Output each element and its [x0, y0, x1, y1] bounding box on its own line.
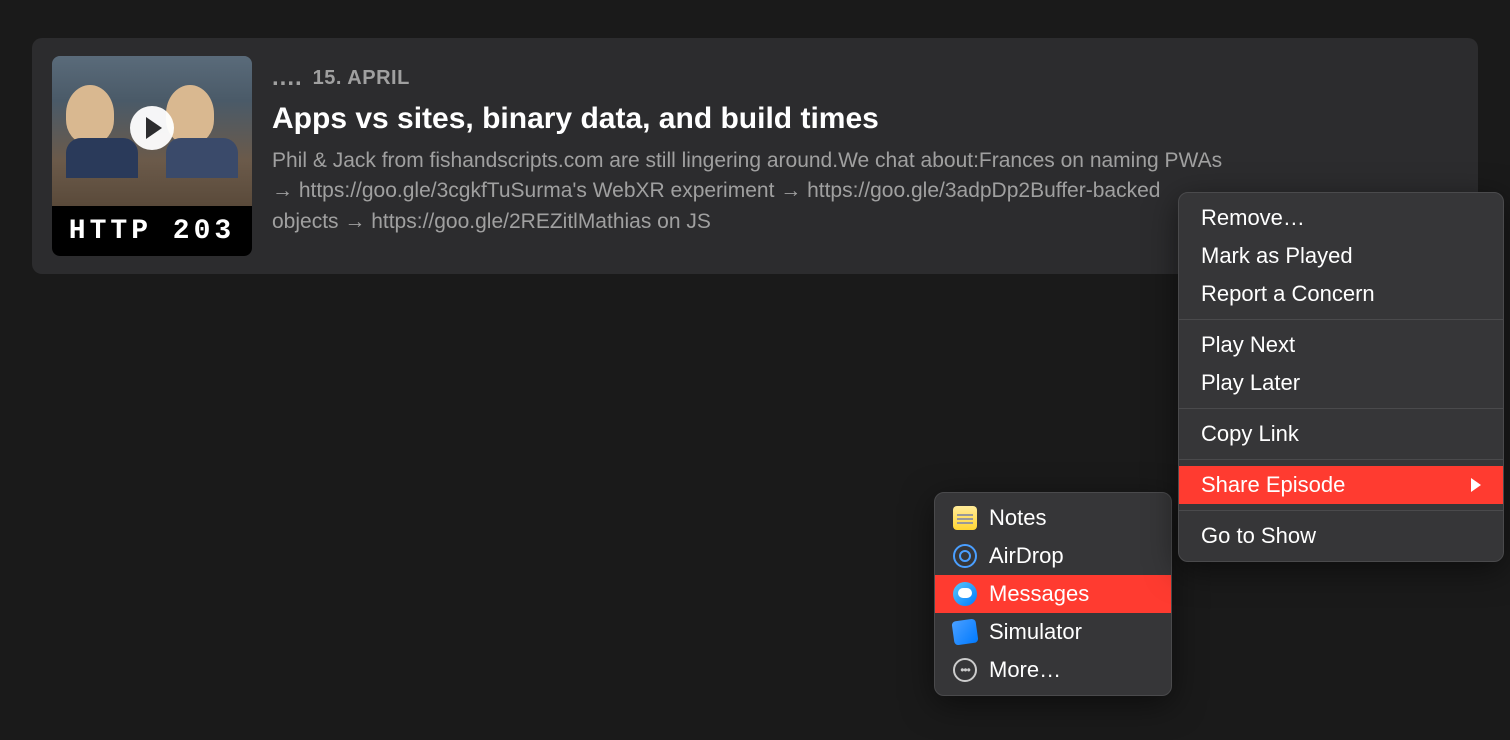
podcast-name-label: HTTP 203 — [52, 206, 252, 256]
menu-item-mark-as-played[interactable]: Mark as Played — [1179, 237, 1503, 275]
share-item-notes[interactable]: Notes — [935, 499, 1171, 537]
episode-thumbnail[interactable]: HTTP 203 — [52, 56, 252, 256]
share-item-more[interactable]: More… — [935, 651, 1171, 689]
menu-item-share-episode[interactable]: Share Episode — [1179, 466, 1503, 504]
menu-item-remove[interactable]: Remove… — [1179, 199, 1503, 237]
submenu-arrow-icon — [1471, 478, 1481, 492]
menu-divider — [1179, 510, 1503, 511]
menu-item-label: Mark as Played — [1201, 243, 1353, 269]
episode-meta: .... 15. APRIL — [272, 64, 1458, 92]
share-item-label: More… — [989, 657, 1061, 683]
context-menu: Remove… Mark as Played Report a Concern Pla… — [1178, 192, 1504, 562]
menu-divider — [1179, 319, 1503, 320]
menu-divider — [1179, 459, 1503, 460]
menu-item-report-a-concern[interactable]: Report a Concern — [1179, 275, 1503, 313]
share-item-label: Messages — [989, 581, 1089, 607]
messages-icon — [953, 582, 977, 606]
episode-description: Phil & Jack from fishandscripts.com are … — [272, 146, 1232, 237]
menu-item-play-next[interactable]: Play Next — [1179, 326, 1503, 364]
simulator-icon — [951, 618, 978, 645]
play-icon — [146, 117, 162, 139]
share-submenu: Notes AirDrop Messages Simulator More… — [934, 492, 1172, 696]
share-item-airdrop[interactable]: AirDrop — [935, 537, 1171, 575]
menu-item-label: Report a Concern — [1201, 281, 1375, 307]
episode-date: 15. APRIL — [313, 67, 410, 90]
share-item-simulator[interactable]: Simulator — [935, 613, 1171, 651]
share-item-label: AirDrop — [989, 543, 1064, 569]
thumbnail-image — [52, 56, 252, 206]
menu-item-label: Go to Show — [1201, 523, 1316, 549]
share-item-label: Simulator — [989, 619, 1082, 645]
menu-item-go-to-show[interactable]: Go to Show — [1179, 517, 1503, 555]
menu-item-label: Play Next — [1201, 332, 1295, 358]
share-item-messages[interactable]: Messages — [935, 575, 1171, 613]
airdrop-icon — [953, 544, 977, 568]
menu-item-label: Play Later — [1201, 370, 1300, 396]
menu-item-label: Copy Link — [1201, 421, 1299, 447]
episode-title[interactable]: Apps vs sites, binary data, and build ti… — [272, 102, 1458, 136]
progress-dots-icon: .... — [272, 64, 303, 92]
more-icon — [953, 658, 977, 682]
menu-item-label: Share Episode — [1201, 472, 1345, 498]
share-item-label: Notes — [989, 505, 1046, 531]
menu-item-play-later[interactable]: Play Later — [1179, 364, 1503, 402]
menu-item-label: Remove… — [1201, 205, 1305, 231]
notes-icon — [953, 506, 977, 530]
play-button[interactable] — [130, 106, 174, 150]
menu-item-copy-link[interactable]: Copy Link — [1179, 415, 1503, 453]
menu-divider — [1179, 408, 1503, 409]
